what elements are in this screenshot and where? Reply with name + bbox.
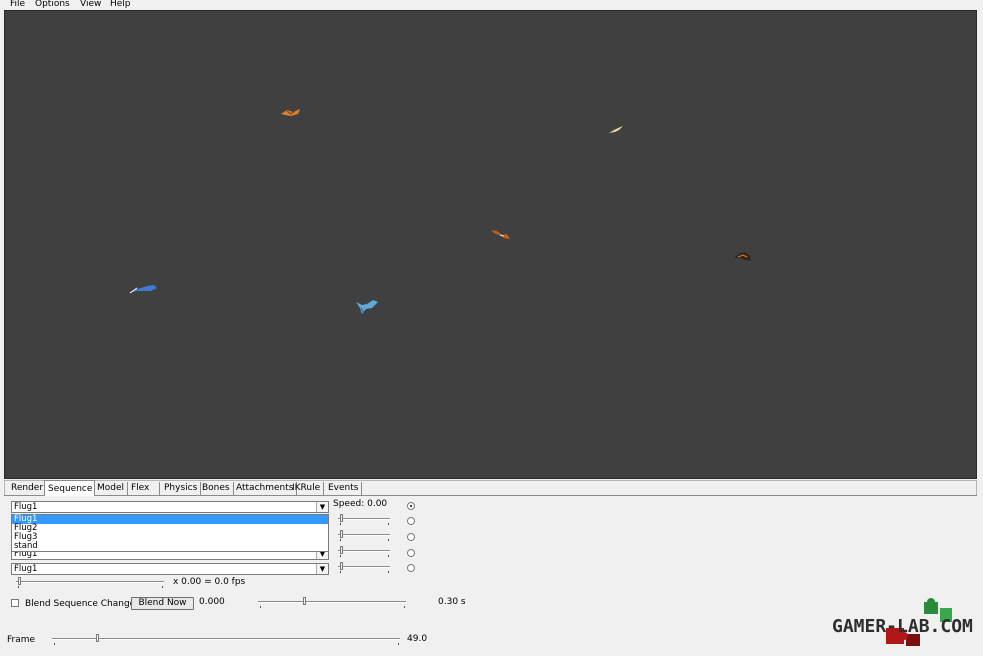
chevron-down-icon[interactable]: ▼ [316, 564, 328, 574]
blend-sequence-label: Blend Sequence Changes [25, 599, 140, 609]
tab-events[interactable]: Events [325, 482, 363, 496]
tab-flex[interactable]: Flex [128, 482, 160, 496]
blend-time-value: 0.30 s [438, 597, 466, 607]
menu-bar: File Options View Help [0, 0, 983, 10]
bird-model-orange [281, 109, 300, 116]
fps-readout: x 0.00 = 0.0 fps [173, 577, 246, 587]
sequence-select-5-value: Flug1 [14, 564, 38, 574]
model-viewport[interactable] [4, 10, 977, 479]
dropdown-option-flug1[interactable]: Flug1 [12, 515, 328, 524]
sequence-radio-5[interactable] [407, 564, 415, 572]
tab-attachments[interactable]: Attachments [233, 482, 298, 496]
bird-model-dark [734, 252, 751, 261]
blend-sequence-checkbox[interactable] [11, 599, 19, 607]
tab-sequence[interactable]: Sequence [44, 480, 95, 496]
bird-model-yellow [609, 126, 623, 133]
dropdown-option-flug2[interactable]: Flug2 [12, 524, 328, 533]
bird-model-blue-left [129, 285, 157, 294]
menu-help[interactable]: Help [110, 0, 131, 9]
speed-slider[interactable] [16, 577, 164, 588]
weight-slider-4[interactable] [338, 546, 390, 557]
bird-model-blue-right [356, 300, 378, 314]
watermark-text: GAMER-LAB.COM [832, 616, 973, 637]
tab-bones[interactable]: Bones [199, 482, 234, 496]
chevron-down-icon[interactable]: ▼ [316, 502, 328, 512]
speed-label: Speed: 0.00 [333, 499, 388, 509]
dropdown-option-flug3[interactable]: Flug3 [12, 533, 328, 542]
menu-options[interactable]: Options [35, 0, 70, 9]
sequence-radio-4[interactable] [407, 549, 415, 557]
sequence-dropdown-list[interactable]: Flug1 Flug2 Flug3 stand [11, 514, 329, 552]
tab-render[interactable]: Render [8, 482, 46, 496]
blend-now-button[interactable]: Blend Now [131, 597, 194, 610]
tab-physics[interactable]: Physics [161, 482, 202, 496]
sequence-radio-2[interactable] [407, 517, 415, 525]
menu-view[interactable]: View [80, 0, 101, 9]
frame-label: Frame [7, 635, 36, 645]
weight-slider-2[interactable] [338, 514, 390, 525]
dropdown-option-stand[interactable]: stand [12, 542, 328, 551]
sequence-radio-3[interactable] [407, 533, 415, 541]
sequence-select-1-value: Flug1 [14, 502, 38, 512]
sequence-radio-1[interactable] [407, 502, 415, 510]
tab-model[interactable]: Model [94, 482, 129, 496]
weight-slider-5[interactable] [338, 562, 390, 573]
menu-file[interactable]: File [10, 0, 25, 9]
frame-value: 49.0 [407, 634, 428, 644]
bird-model-brown [491, 230, 510, 239]
weight-slider-3[interactable] [338, 530, 390, 541]
frame-slider[interactable] [52, 634, 400, 645]
tab-ikrule[interactable]: IKRule [289, 482, 325, 496]
sequence-select-5[interactable]: Flug1 ▼ [11, 563, 329, 575]
blend-value: 0.000 [199, 597, 225, 607]
blend-time-slider[interactable] [258, 597, 406, 608]
sequence-select-1[interactable]: Flug1 ▼ [11, 501, 329, 513]
